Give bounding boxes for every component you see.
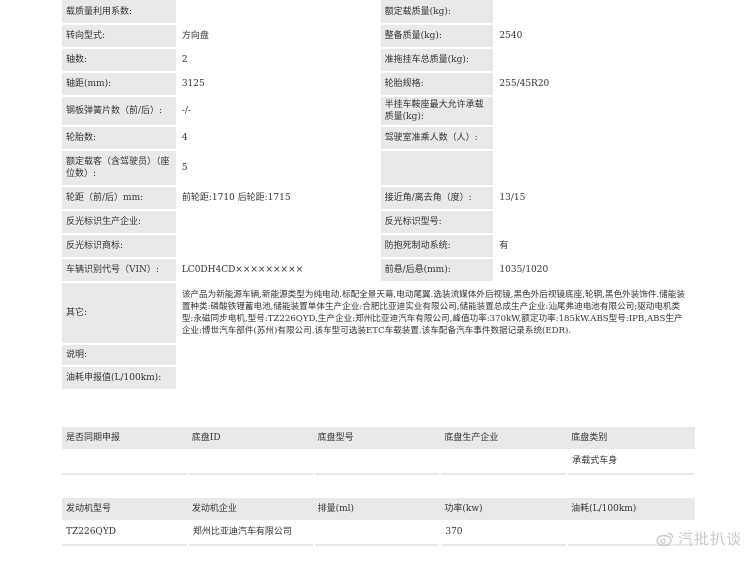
spec-row: 反光标识生产企业: 反光标识型号: (62, 210, 696, 234)
spec-label: 反光标识生产企业: (62, 210, 178, 234)
chassis-header-cell: 是否同期申报 (62, 427, 188, 449)
chassis-cell: 承载式车身 (567, 449, 696, 474)
engine-header-cell: 发动机型号 (62, 498, 188, 520)
engine-header-cell: 发动机企业 (187, 498, 314, 520)
spec-label: 前悬/后悬(mm): (379, 258, 496, 282)
note-label: 说明: (62, 344, 178, 366)
engine-header-cell: 油耗(L/100km) (567, 498, 695, 520)
engine-table: 发动机型号 发动机企业 排量(ml) 功率(kw) 油耗(L/100km) TZ… (62, 498, 696, 546)
spec-row: 轴数: 2 准拖挂车总质量(kg): (62, 48, 696, 72)
spec-label: 钢板弹簧片数（前/后）: (62, 96, 178, 126)
spec-row: 油耗申报值(L/100km): (62, 366, 697, 390)
weibo-logo-icon (656, 532, 674, 546)
spec-label: 轮距（前/后）mm: (62, 186, 178, 210)
spec-value: 前轮距:1710 后轮距:1715 (176, 186, 381, 210)
spec-value (494, 96, 696, 126)
spec-value: 4 (176, 126, 381, 150)
chassis-cell (313, 449, 442, 474)
spec-label: 轮胎规格: (379, 72, 496, 96)
spec-value (494, 210, 696, 234)
spec-row: 说明: (62, 344, 697, 366)
spec-table: 载质量利用系数: 额定载质量(kg): 转向型式: 方向盘 整备质量(kg): 2540 轴… (62, 0, 697, 391)
spec-label: 防抱死制动系统: (379, 234, 496, 258)
chassis-header-cell: 底盘ID (187, 427, 314, 449)
spec-value (176, 0, 381, 24)
spec-label: 接近角/离去角（度）: (379, 186, 496, 210)
spec-row: 轮距（前/后）mm: 前轮距:1710 后轮距:1715 接近角/离去角（度）: 13… (62, 186, 696, 210)
spec-label: 轴距(mm): (62, 72, 178, 96)
spec-value: 5 (176, 150, 381, 186)
spec-label: 反光标识型号: (379, 210, 496, 234)
chassis-header-row: 是否同期申报 底盘ID 底盘型号 底盘生产企业 底盘类别 (62, 427, 695, 449)
note-value (176, 344, 697, 366)
spec-row: 其它: 该产品为新能源车辆,新能源类型为纯电动.标配全景天幕,电动尾翼.选装流媒体… (62, 282, 697, 344)
spec-value (176, 234, 381, 258)
spec-value: 13/15 (494, 186, 696, 210)
chassis-header-cell: 底盘型号 (313, 427, 441, 449)
spec-value (176, 210, 381, 234)
spec-row: 转向型式: 方向盘 整备质量(kg): 2540 (62, 24, 696, 48)
spec-label: 车辆识别代号（VIN）: (62, 258, 178, 282)
fuel-value (176, 366, 697, 390)
spec-value: 3125 (176, 72, 381, 96)
engine-header-row: 发动机型号 发动机企业 排量(ml) 功率(kw) 油耗(L/100km) (62, 498, 695, 520)
chassis-data-row: 承载式车身 (62, 449, 696, 474)
engine-data-row: TZ226QYD 郑州比亚迪汽车有限公司 370 (62, 520, 696, 545)
spec-value: 有 (494, 234, 696, 258)
fuel-label: 油耗申报值(L/100km): (62, 366, 178, 390)
spec-row: 载质量利用系数: 额定载质量(kg): (62, 0, 696, 24)
watermark: 汽批扒谈 (656, 528, 742, 549)
spec-label: 轴数: (62, 48, 178, 72)
chassis-cell (440, 449, 569, 474)
vehicle-spec-page: 载质量利用系数: 额定载质量(kg): 转向型式: 方向盘 整备质量(kg): 2540 轴… (0, 0, 750, 561)
spec-value: LC0DH4CD××××××××× (176, 258, 381, 282)
chassis-cell (62, 449, 189, 474)
spec-label: 准拖挂车总质量(kg): (379, 48, 496, 72)
spec-value: 1035/1020 (494, 258, 696, 282)
engine-cell: 郑州比亚迪汽车有限公司 (187, 520, 315, 545)
engine-cell (313, 520, 442, 545)
spec-label: 轮胎数: (62, 126, 178, 150)
engine-header-cell: 排量(ml) (313, 498, 441, 520)
chassis-header-cell: 底盘类别 (567, 427, 695, 449)
spec-value (494, 126, 696, 150)
spec-value: 方向盘 (176, 24, 381, 48)
engine-cell: 370 (440, 520, 569, 545)
spec-row: 轮胎数: 4 驾驶室准乘人数（人）: (62, 126, 696, 150)
spec-row: 钢板弹簧片数（前/后）: -/- 半挂车鞍座最大允许承载质量(kg): (62, 96, 696, 126)
chassis-cell (187, 449, 315, 474)
spec-row: 额定载客（含驾驶员）（座位数）: 5 (62, 150, 696, 186)
spec-row: 反光标识商标: 防抱死制动系统: 有 (62, 234, 696, 258)
spec-row: 轴距(mm): 3125 轮胎规格: 255/45R20 (62, 72, 696, 96)
spec-value (494, 0, 696, 24)
spec-label: 额定载质量(kg): (379, 0, 496, 24)
spec-label: 额定载客（含驾驶员）（座位数）: (62, 150, 178, 186)
spec-label: 转向型式: (62, 24, 178, 48)
watermark-text: 汽批扒谈 (677, 530, 742, 548)
chassis-header-cell: 底盘生产企业 (440, 427, 568, 449)
spec-label: 驾驶室准乘人数（人）: (379, 126, 496, 150)
spec-value: -/- (176, 96, 381, 126)
spec-value: 255/45R20 (494, 72, 696, 96)
spec-label: 半挂车鞍座最大允许承载质量(kg): (379, 96, 496, 126)
spec-label: 反光标识商标: (62, 234, 178, 258)
spec-value (494, 150, 696, 186)
spec-label: 载质量利用系数: (62, 0, 178, 24)
other-value: 该产品为新能源车辆,新能源类型为纯电动.标配全景天幕,电动尾翼.选装流媒体外后视… (176, 282, 697, 344)
engine-cell: TZ226QYD (62, 520, 189, 545)
spec-value: 2 (176, 48, 381, 72)
other-label: 其它: (62, 282, 178, 344)
spec-row: 车辆识别代号（VIN）: LC0DH4CD××××××××× 前悬/后悬(mm): 1… (62, 258, 696, 282)
chassis-table: 是否同期申报 底盘ID 底盘型号 底盘生产企业 底盘类别 承载式车身 (62, 427, 696, 475)
engine-header-cell: 功率(kw) (440, 498, 568, 520)
spec-label: 整备质量(kg): (379, 24, 496, 48)
spec-label (379, 150, 496, 186)
spec-value: 2540 (494, 24, 696, 48)
spec-value (494, 48, 696, 72)
